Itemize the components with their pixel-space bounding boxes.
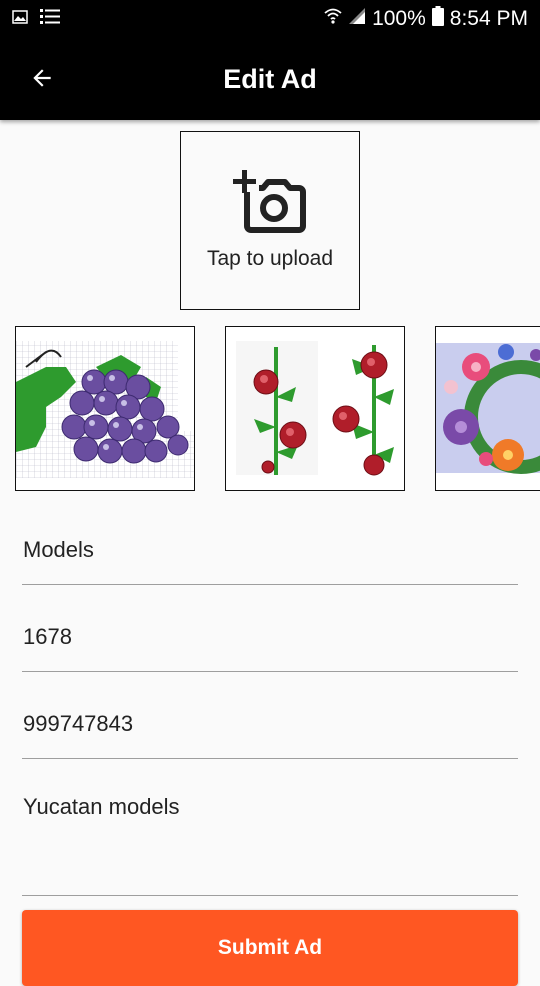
list-icon [40, 8, 60, 31]
phone-field[interactable]: 999747843 [22, 694, 518, 759]
battery-icon [431, 6, 444, 32]
thumbnail-wreath-pattern[interactable] [435, 326, 540, 491]
description-input-value: Yucatan models [23, 794, 180, 819]
description-field[interactable]: Yucatan models [22, 778, 518, 896]
image-icon [12, 9, 28, 30]
thumbnail-grape-pattern[interactable] [15, 326, 195, 491]
status-bar: 100% 8:54 PM [0, 0, 540, 38]
grape-cross-stitch-image [16, 341, 194, 478]
title-input-value: Models [23, 537, 94, 562]
clock: 8:54 PM [449, 7, 528, 30]
submit-ad-button[interactable]: Submit Ad [22, 910, 518, 986]
title-field[interactable]: Models [22, 520, 518, 585]
thumbnail-rose-pattern[interactable] [225, 326, 405, 491]
upload-label: Tap to upload [206, 247, 334, 270]
page-title: Edit Ad [223, 64, 317, 94]
signal-icon [348, 7, 366, 31]
price-input-value: 1678 [23, 624, 72, 649]
upload-photo-button[interactable]: Tap to upload [180, 131, 360, 310]
wifi-icon [324, 7, 342, 31]
app-bar: Edit Ad [0, 38, 540, 120]
battery-percent: 100% [372, 7, 426, 30]
price-field[interactable]: 1678 [22, 607, 518, 672]
add-a-photo-icon [233, 170, 307, 239]
phone-input-value: 999747843 [23, 711, 134, 736]
flower-wreath-image [436, 343, 540, 474]
rose-border-image [226, 341, 404, 476]
